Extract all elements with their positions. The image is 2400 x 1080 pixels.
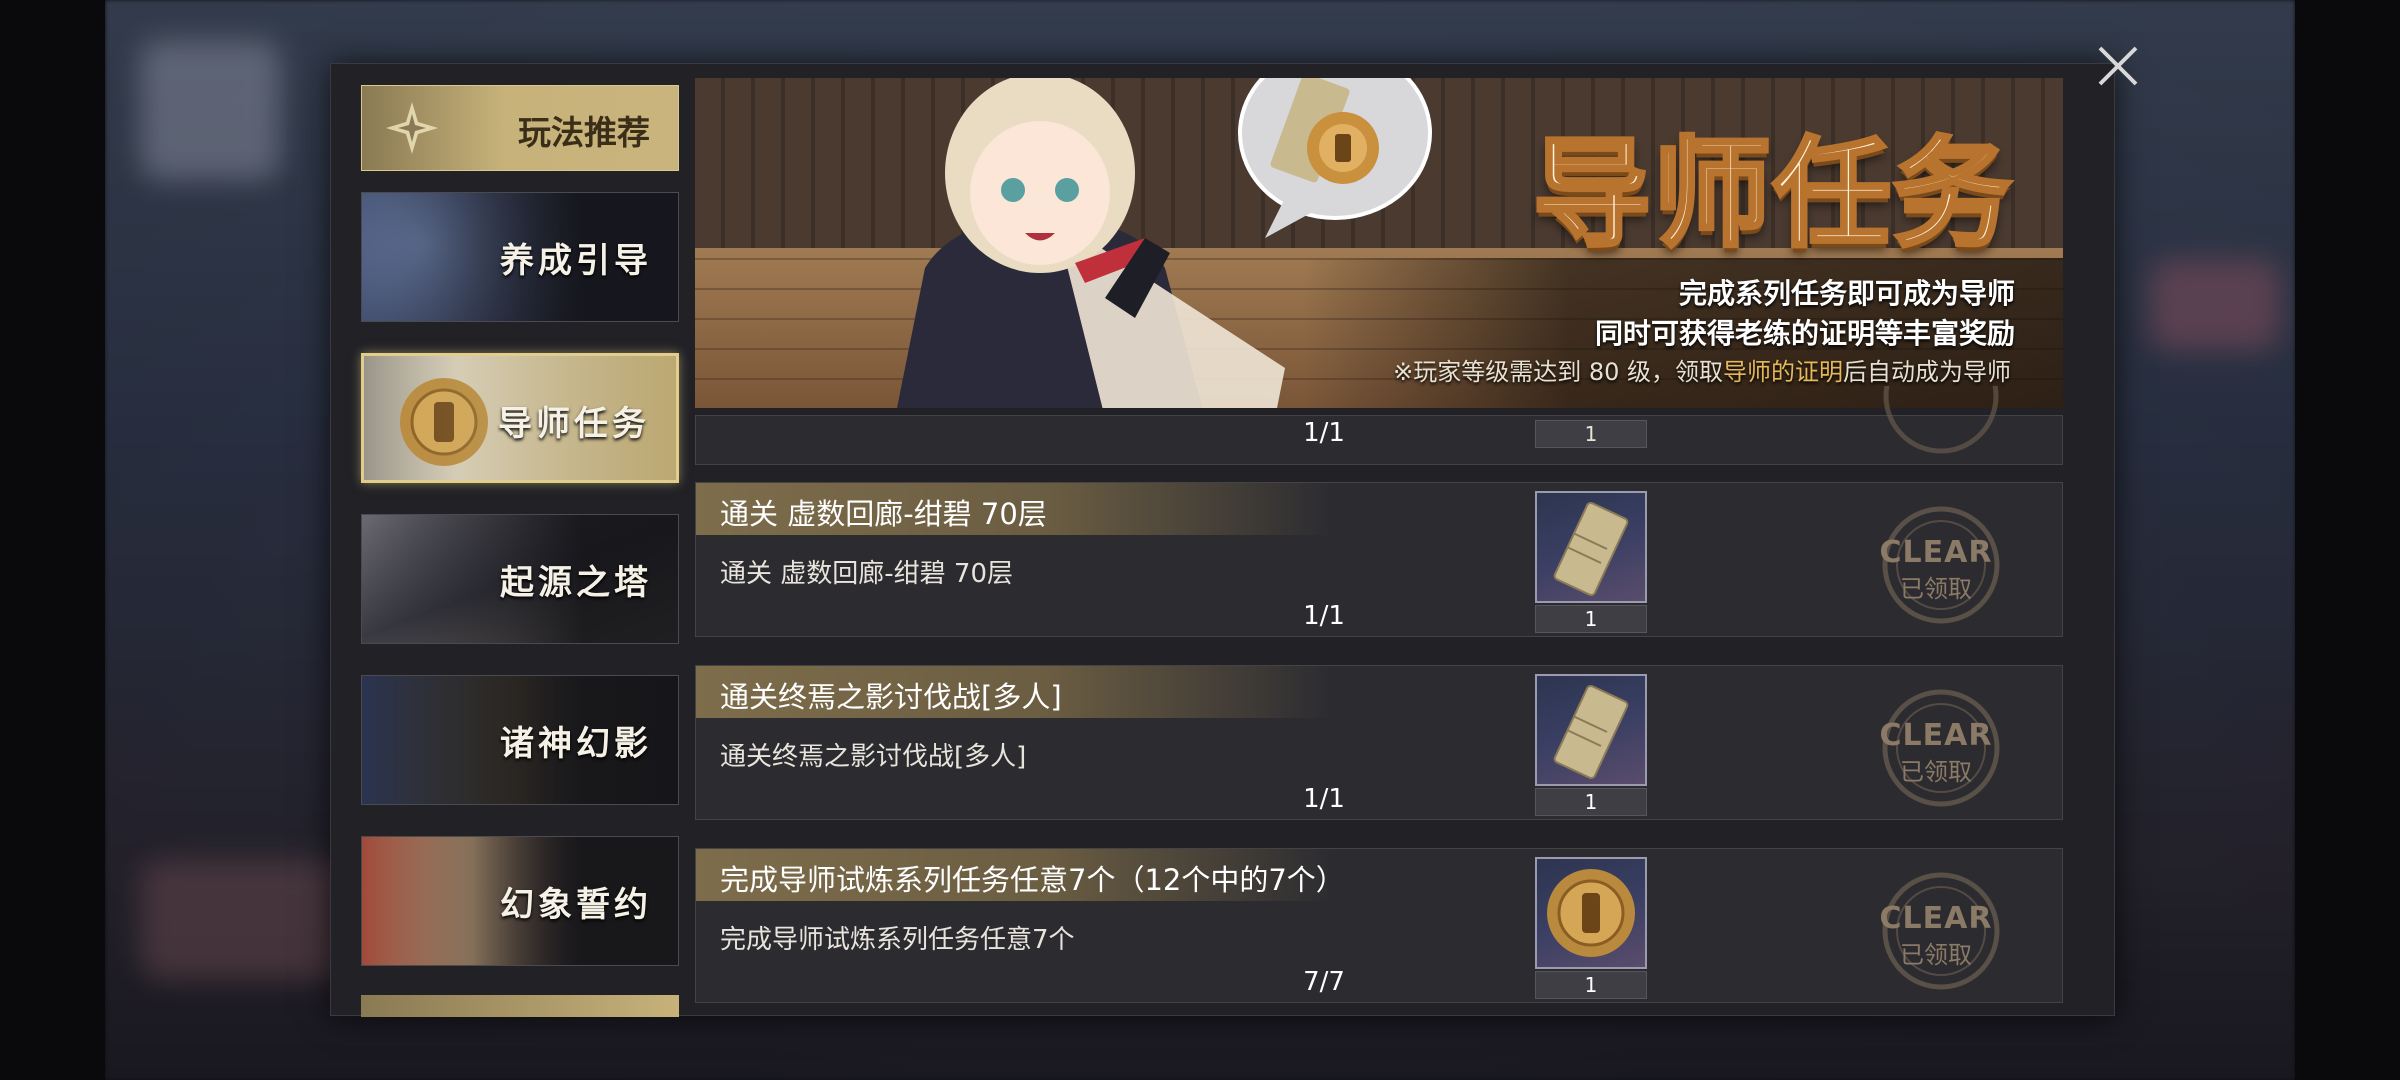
task-row: 完成导师试炼系列任务任意7个（12个中的7个） 完成导师试炼系列任务任意7个 7… <box>695 848 2063 1003</box>
task-row: 1/1 1 <box>695 386 2063 465</box>
reward-item[interactable] <box>1535 857 1647 969</box>
sidebar-item-next[interactable] <box>361 995 679 1017</box>
sidebar-item-gods[interactable]: 诸神幻影 <box>361 675 679 805</box>
banner-note: ※玩家等级需达到 80 级，领取导师的证明后自动成为导师 <box>1393 358 2011 386</box>
task-progress: 1/1 <box>1303 784 1345 814</box>
task-row: 通关 虚数回廊-绀碧 70层 通关 虚数回廊-绀碧 70层 1/1 1 CLEA… <box>695 482 2063 637</box>
stamp-claimed-text: 已领取 <box>1900 941 1972 969</box>
stamp-claimed-text: 已领取 <box>1900 758 1972 786</box>
certificate-scroll-icon <box>1553 684 1629 780</box>
sidebar-item-label: 养成引导 <box>500 241 652 281</box>
task-progress: 1/1 <box>1303 601 1345 631</box>
banner-title: 导师任务 <box>1531 123 2013 265</box>
task-title: 通关终焉之影讨伐战[多人] <box>720 680 1062 714</box>
background-avatar-blur <box>140 40 280 180</box>
gold-seal-icon <box>1547 869 1635 957</box>
sidebar-item-training[interactable]: 养成引导 <box>361 192 679 322</box>
reward-item[interactable] <box>1535 674 1647 786</box>
stamp-clear-text: CLEAR <box>1879 535 1993 570</box>
banner-line-1: 完成系列任务即可成为导师 <box>1678 277 2015 310</box>
sidebar-item-tower[interactable]: 起源之塔 <box>361 514 679 644</box>
sidebar-item-label: 导师任务 <box>498 404 650 444</box>
reward-count: 1 <box>1535 788 1647 816</box>
task-progress: 7/7 <box>1303 967 1345 997</box>
reward-count: 1 <box>1535 420 1647 448</box>
task-description: 通关终焉之影讨伐战[多人] <box>720 742 1027 772</box>
right-letterbox <box>2295 0 2400 1080</box>
background-panel-blur <box>2150 260 2280 350</box>
mentor-banner: 导师任务 完成系列任务即可成为导师 同时可获得老练的证明等丰富奖励 ※玩家等级需… <box>695 78 2063 408</box>
task-row: 通关终焉之影讨伐战[多人] 通关终焉之影讨伐战[多人] 1/1 1 CLEAR … <box>695 665 2063 820</box>
left-letterbox <box>0 0 105 1080</box>
certificate-bubble-icon <box>1238 78 1432 238</box>
task-description: 通关 虚数回廊-绀碧 70层 <box>720 559 1013 589</box>
close-button[interactable] <box>2088 36 2148 96</box>
reward-item[interactable] <box>1535 491 1647 603</box>
sidebar-item-oath[interactable]: 幻象誓约 <box>361 836 679 966</box>
task-progress: 1/1 <box>1303 418 1345 448</box>
close-icon <box>2098 46 2138 86</box>
reward-count: 1 <box>1535 605 1647 633</box>
sparkle-icon <box>386 102 438 154</box>
nav-header-label: 玩法推荐 <box>518 113 650 152</box>
task-description: 完成导师试炼系列任务任意7个 <box>720 925 1075 955</box>
banner-line-2: 同时可获得老练的证明等丰富奖励 <box>1594 317 2015 350</box>
mentor-character-illustration <box>897 78 1285 408</box>
clear-stamp-icon <box>1883 386 1999 454</box>
stamp-clear-text: CLEAR <box>1879 901 1993 936</box>
task-title: 完成导师试炼系列任务任意7个（12个中的7个） <box>720 863 1345 897</box>
sidebar-item-label: 诸神幻影 <box>500 724 652 764</box>
stamp-claimed-text: 已领取 <box>1900 575 1972 603</box>
sidebar-item-label: 幻象誓约 <box>500 885 652 925</box>
mentor-certificate-highlight: 导师的证明 <box>1723 358 1843 386</box>
nav-header: 玩法推荐 <box>361 85 679 171</box>
certificate-scroll-icon <box>1553 501 1629 597</box>
task-title: 通关 虚数回廊-绀碧 70层 <box>720 497 1047 531</box>
reward-count: 1 <box>1535 971 1647 999</box>
stamp-clear-text: CLEAR <box>1879 718 1993 753</box>
sidebar-item-mentor-tasks[interactable]: 导师任务 <box>361 353 679 483</box>
sidebar-item-label: 起源之塔 <box>500 563 652 603</box>
